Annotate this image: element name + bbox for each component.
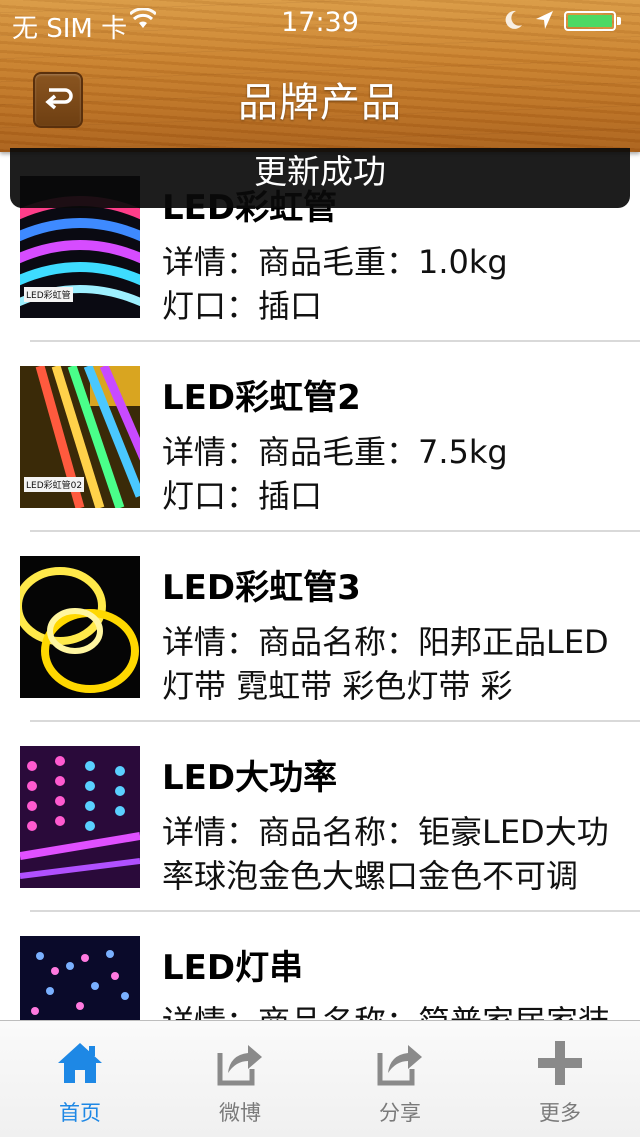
tab-weibo[interactable]: 微博 xyxy=(160,1021,320,1137)
moon-icon xyxy=(505,10,522,29)
battery-icon xyxy=(564,11,616,31)
list-item[interactable]: LED彩虹管3 详情：商品名称：阳邦正品LED 灯带 霓虹带 彩色灯带 彩 xyxy=(0,532,640,722)
share-icon xyxy=(377,1045,422,1086)
product-detail-cont: 灯带 霓虹带 彩色灯带 彩 xyxy=(162,667,513,705)
share-icon xyxy=(217,1045,262,1086)
product-thumbnail: LED彩虹管02 xyxy=(20,366,140,508)
page-title: 品牌产品 xyxy=(238,80,402,126)
tab-share[interactable]: 分享 xyxy=(320,1021,480,1137)
tab-home[interactable]: 首页 xyxy=(0,1021,160,1137)
thumbnail-caption: LED彩虹管02 xyxy=(24,477,85,492)
product-list: LED彩虹管 LED彩虹管 详情：商品毛重：1.0kg 灯口：插口 LED彩虹管… xyxy=(0,152,640,1020)
product-detail: 详情：商品名称：简普家居家装 xyxy=(162,1000,612,1020)
product-name: LED大功率 xyxy=(162,758,338,798)
status-bar: 无 SIM 卡 17:39 xyxy=(0,0,640,44)
product-name: LED彩虹管2 xyxy=(162,378,361,418)
product-detail: 详情：商品毛重：1.0kg xyxy=(162,243,508,281)
product-name: LED灯串 xyxy=(162,948,304,988)
product-lamp-base: 灯口：插口 xyxy=(162,477,323,515)
nav-bar: 无 SIM 卡 17:39 品牌产品 xyxy=(0,0,640,152)
battery-tip xyxy=(617,17,621,25)
location-arrow-icon xyxy=(536,11,553,29)
thumbnail-caption: LED彩虹管 xyxy=(24,287,73,302)
product-detail: 详情：商品毛重：7.5kg xyxy=(162,433,508,471)
home-icon xyxy=(58,1043,102,1083)
tab-label: 分享 xyxy=(379,1101,421,1125)
tab-bar: 首页 微博 分享 更多 xyxy=(0,1020,640,1137)
list-item[interactable]: LED灯串 详情：商品名称：简普家居家装 xyxy=(0,912,640,1020)
tab-label: 首页 xyxy=(59,1101,101,1125)
list-item[interactable]: LED彩虹管02 LED彩虹管2 详情：商品毛重：7.5kg 灯口：插口 xyxy=(0,342,640,532)
tab-label: 微博 xyxy=(219,1101,261,1125)
product-thumbnail xyxy=(20,556,140,698)
product-thumbnail xyxy=(20,936,140,1020)
product-detail: 详情：商品名称：阳邦正品LED xyxy=(162,623,609,661)
product-lamp-base: 灯口：插口 xyxy=(162,287,323,325)
tab-more[interactable]: 更多 xyxy=(480,1021,640,1137)
product-name: LED彩虹管3 xyxy=(162,568,361,608)
plus-icon xyxy=(538,1041,582,1085)
product-thumbnail xyxy=(20,746,140,888)
product-detail-cont: 率球泡金色大螺口金色不可调 xyxy=(162,857,579,895)
product-detail: 详情：商品名称：钜豪LED大功 xyxy=(162,813,609,851)
toast-message: 更新成功 xyxy=(10,148,630,208)
list-item[interactable]: LED大功率 详情：商品名称：钜豪LED大功 率球泡金色大螺口金色不可调 xyxy=(0,722,640,912)
tab-label: 更多 xyxy=(539,1101,581,1125)
